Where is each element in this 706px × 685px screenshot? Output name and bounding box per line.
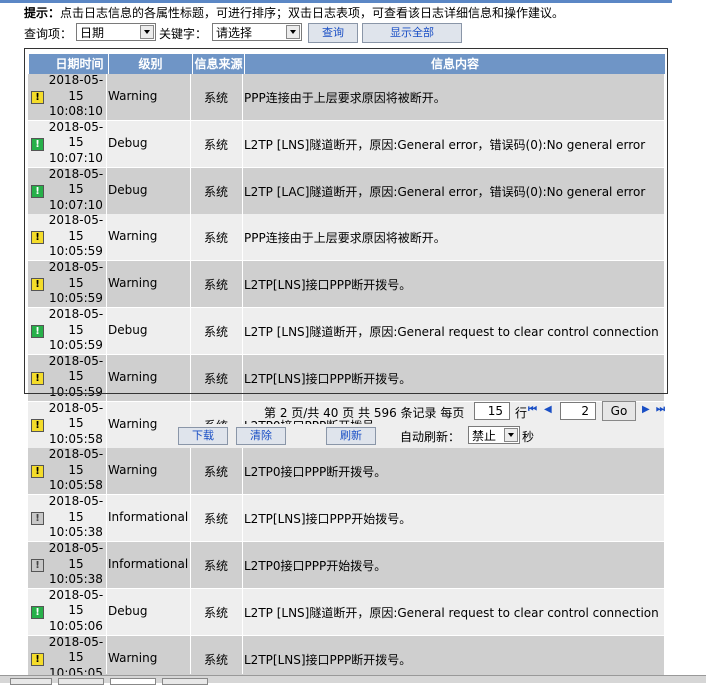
table-row[interactable]: !2018-05-1510:05:58Warning系统L2TP0接口PPP断开… xyxy=(28,447,664,495)
row-datetime: 2018-05- 15 10:05:38 xyxy=(46,541,106,588)
info-icon: ! xyxy=(31,512,44,526)
clear-button[interactable]: 清除 xyxy=(236,427,286,445)
hint-label: 提示： xyxy=(24,6,61,20)
warning-icon: ! xyxy=(31,418,44,432)
row-level: Warning xyxy=(108,650,158,665)
query-field-select[interactable]: 日期 xyxy=(76,23,156,41)
row-day: 15 xyxy=(68,556,84,571)
row-source: 系统 xyxy=(203,605,228,620)
next-page-icon[interactable]: ▶ xyxy=(642,404,650,415)
warning-icon: ! xyxy=(31,652,44,666)
auto-refresh-label: 自动刷新： xyxy=(400,430,461,444)
row-level: Warning xyxy=(108,463,158,478)
info-icon: ! xyxy=(31,559,44,572)
row-time: 10:05:38 xyxy=(49,572,103,586)
query-field-label: 查询项： xyxy=(24,27,73,41)
hint-message: 点击日志信息的各属性标题，可进行排序；双击日志表项，可查看该日志详细信息和操作建… xyxy=(60,6,565,20)
top-accent-bar xyxy=(0,0,672,3)
row-time: 10:05:58 xyxy=(49,478,103,493)
table-row[interactable]: ! 2018-05- 15 10:05:38 Informational 系统 L2TP0接… xyxy=(28,541,664,588)
row-source: 系统 xyxy=(203,465,228,480)
row-day: 15 xyxy=(68,603,84,618)
debug-icon: ! xyxy=(31,605,44,619)
keyword-select[interactable]: 请选择 xyxy=(212,23,302,41)
row-date: 2018-05- xyxy=(48,587,104,602)
row-date: 2018-05- xyxy=(48,494,104,509)
row-datetime: 2018-05- 15 10:05:58 xyxy=(46,447,106,494)
row-day: 15 xyxy=(68,509,84,524)
row-date: 2018-05- xyxy=(48,634,104,649)
table-row[interactable]: ! 2018-05- 15 10:05:06 Debug 系统 L2TP [LNS]隧道断开… xyxy=(28,588,664,635)
row-time: 10:05:06 xyxy=(49,618,103,633)
chevron-down-icon xyxy=(286,25,300,39)
per-page-unit: 行 xyxy=(515,406,528,420)
row-source: 系统 xyxy=(203,559,228,573)
col-level[interactable]: 级别 xyxy=(109,54,193,74)
show-all-button[interactable]: 显示全部 xyxy=(362,23,462,43)
pagination-summary: 第 2 页/共 40 页 共 596 条记录 每页 xyxy=(264,406,465,420)
query-bar: 查询项： 日期 关键字： 请选择 查询 显示全部 xyxy=(24,23,484,43)
keyword-label: 关键字： xyxy=(159,27,208,41)
chevron-down-icon xyxy=(504,428,518,442)
row-message: L2TP0接口PPP断开拨号。 xyxy=(244,465,387,480)
col-source[interactable]: 信息来源 xyxy=(193,54,245,74)
row-message: L2TP[LNS]接口PPP开始拨号。 xyxy=(244,512,412,527)
row-message: L2TP0接口PPP开始拨号。 xyxy=(244,559,387,573)
row-date: 2018-05- xyxy=(48,400,104,415)
row-time: 10:05:58 xyxy=(49,431,103,446)
row-time: 10:05:38 xyxy=(49,525,103,540)
row-date: 2018-05- xyxy=(48,447,104,462)
page-number-input[interactable]: 2 xyxy=(560,402,596,420)
log-table-panel: 日期时间 级别 信息来源 信息内容 xyxy=(24,48,668,394)
chevron-down-icon xyxy=(140,25,154,39)
keyword-value: 请选择 xyxy=(216,26,253,40)
auto-refresh-value: 禁止 xyxy=(472,429,497,443)
row-message: L2TP [LNS]隧道断开，原因:General request to cle… xyxy=(244,605,659,620)
row-day: 15 xyxy=(68,416,84,431)
row-day: 15 xyxy=(68,650,84,665)
search-button[interactable]: 查询 xyxy=(308,23,358,43)
col-datetime[interactable]: 日期时间 xyxy=(51,54,109,74)
per-page-input[interactable]: 15 xyxy=(474,402,510,420)
download-button[interactable]: 下载 xyxy=(178,427,228,445)
first-page-icon[interactable]: ⏮ xyxy=(528,404,537,415)
row-source: 系统 xyxy=(203,652,228,667)
seconds-label: 秒 xyxy=(522,430,535,444)
prev-page-icon[interactable]: ◀ xyxy=(544,404,552,415)
query-field-value: 日期 xyxy=(80,26,105,40)
row-day: 15 xyxy=(68,462,84,477)
row-level: Informational xyxy=(108,557,189,571)
row-level: Warning xyxy=(108,416,158,431)
action-bar: 下载 清除 刷新 自动刷新： 禁止 秒 xyxy=(160,424,662,448)
row-datetime: 2018-05- 15 10:05:38 xyxy=(46,494,106,541)
row-source: 系统 xyxy=(203,512,228,527)
col-message[interactable]: 信息内容 xyxy=(245,54,665,74)
row-level: Informational xyxy=(108,510,189,525)
last-page-icon[interactable]: ⏭ xyxy=(656,404,665,415)
table-row[interactable]: ! 2018-05- 15 10:05:38 Informational 系统 L2TP[L… xyxy=(28,494,664,542)
table-header: 日期时间 级别 信息来源 信息内容 xyxy=(29,54,665,74)
row-date: 2018-05- xyxy=(48,541,104,555)
refresh-button[interactable]: 刷新 xyxy=(326,427,376,445)
auto-refresh-select[interactable]: 禁止 xyxy=(468,426,520,444)
hint-text: 提示：点击日志信息的各属性标题，可进行排序；双击日志表项，可查看该日志详细信息和… xyxy=(24,4,564,21)
warning-icon: ! xyxy=(31,465,44,479)
row-message: L2TP[LNS]接口PPP断开拨号。 xyxy=(244,652,412,667)
row-level: Debug xyxy=(108,603,148,618)
go-button[interactable]: Go xyxy=(602,401,636,421)
row-datetime: 2018-05- 15 10:05:58 xyxy=(46,401,106,448)
row-datetime: 2018-05- 15 10:05:06 xyxy=(46,588,106,635)
